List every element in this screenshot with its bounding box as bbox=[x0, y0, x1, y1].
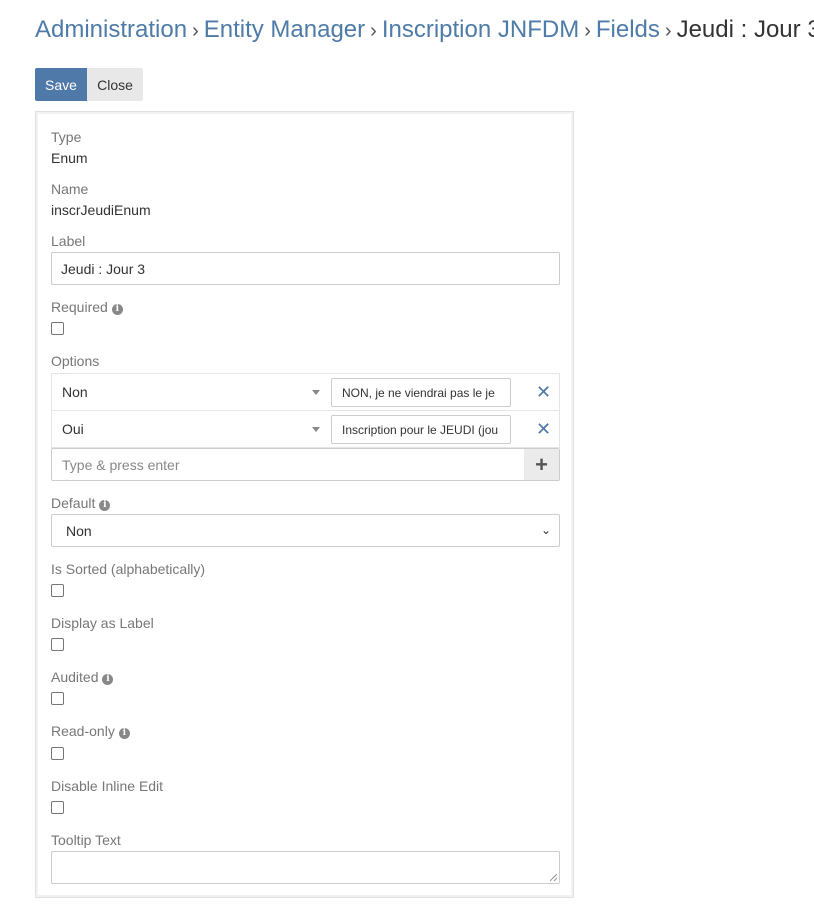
default-select-value: Non bbox=[66, 522, 92, 539]
info-icon[interactable]: i bbox=[118, 728, 130, 739]
save-button[interactable]: Save bbox=[35, 68, 87, 101]
default-select[interactable]: Non ⌄ bbox=[51, 514, 560, 547]
close-icon[interactable]: ✕ bbox=[536, 382, 551, 403]
type-label: Type bbox=[51, 129, 82, 145]
read-only-label: Read-only i bbox=[51, 723, 130, 739]
disable-inline-edit-label: Disable Inline Edit bbox=[51, 778, 164, 794]
option-value: Non bbox=[62, 384, 88, 400]
breadcrumb-current: Jeudi : Jour 3 bbox=[676, 16, 814, 43]
option-translation-input[interactable]: Inscription pour le JEUDI (jou bbox=[331, 415, 511, 444]
read-only-checkbox[interactable] bbox=[51, 747, 64, 760]
breadcrumb-fields[interactable]: Fields bbox=[596, 16, 660, 43]
default-label: Default i bbox=[51, 495, 111, 511]
add-option-row: Type & press enter + bbox=[51, 448, 560, 481]
required-label: Required i bbox=[51, 299, 123, 315]
name-label: Name bbox=[51, 181, 89, 197]
option-row[interactable]: Non NON, je ne viendrai pas le je ✕ bbox=[51, 373, 560, 411]
is-sorted-label: Is Sorted (alphabetically) bbox=[51, 561, 206, 577]
breadcrumb-entity-manager[interactable]: Entity Manager bbox=[204, 16, 365, 43]
caret-down-icon[interactable] bbox=[312, 427, 320, 432]
plus-icon[interactable]: + bbox=[524, 449, 559, 480]
type-value: Enum bbox=[51, 150, 88, 166]
option-row[interactable]: Oui Inscription pour le JEUDI (jou ✕ bbox=[51, 410, 560, 448]
display-as-label-label: Display as Label bbox=[51, 615, 154, 631]
button-bar: Save Close bbox=[35, 68, 143, 101]
breadcrumb-separator: › bbox=[584, 20, 591, 42]
required-label-text: Required bbox=[51, 299, 108, 315]
info-icon[interactable]: i bbox=[99, 500, 111, 511]
chevron-down-icon: ⌄ bbox=[540, 523, 551, 537]
tooltip-text-textarea[interactable] bbox=[51, 851, 560, 884]
breadcrumb-separator: › bbox=[192, 20, 199, 42]
label-label: Label bbox=[51, 233, 86, 249]
audited-label: Audited i bbox=[51, 669, 114, 685]
breadcrumb-separator: › bbox=[664, 20, 672, 42]
tooltip-text-label: Tooltip Text bbox=[51, 832, 121, 848]
resize-handle[interactable] bbox=[550, 874, 557, 881]
breadcrumb: Administration › Entity Manager › Inscriptio… bbox=[35, 16, 814, 44]
info-icon[interactable]: i bbox=[102, 674, 114, 685]
label-input[interactable]: Jeudi : Jour 3 bbox=[51, 252, 560, 285]
caret-down-icon[interactable] bbox=[312, 390, 320, 395]
close-icon[interactable]: ✕ bbox=[536, 419, 551, 440]
read-only-label-text: Read-only bbox=[51, 723, 115, 739]
option-translation-input[interactable]: NON, je ne viendrai pas le je bbox=[331, 378, 511, 407]
display-as-label-checkbox[interactable] bbox=[51, 638, 64, 651]
options-label: Options bbox=[51, 353, 100, 369]
name-value: inscrJeudiEnum bbox=[51, 202, 151, 218]
add-option-input[interactable]: Type & press enter bbox=[52, 449, 524, 480]
breadcrumb-inscription-jnfdm[interactable]: Inscription JNFDM bbox=[382, 16, 579, 43]
default-label-text: Default bbox=[51, 495, 96, 511]
audited-label-text: Audited bbox=[51, 669, 99, 685]
breadcrumb-administration[interactable]: Administration bbox=[35, 16, 187, 43]
breadcrumb-separator: › bbox=[370, 20, 377, 42]
option-value: Oui bbox=[62, 421, 84, 437]
info-icon[interactable]: i bbox=[111, 304, 123, 315]
required-checkbox[interactable] bbox=[51, 322, 64, 335]
disable-inline-edit-checkbox[interactable] bbox=[51, 801, 64, 814]
is-sorted-checkbox[interactable] bbox=[51, 584, 64, 597]
close-button[interactable]: Close bbox=[87, 68, 143, 101]
audited-checkbox[interactable] bbox=[51, 692, 64, 705]
